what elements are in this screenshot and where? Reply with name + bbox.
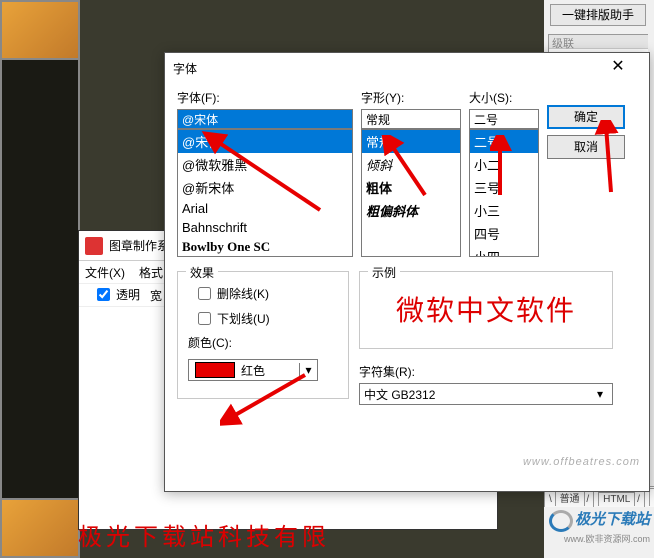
logo-swirl-icon xyxy=(549,510,573,532)
font-option[interactable]: Arial xyxy=(178,199,352,218)
font-option[interactable]: @新宋体 xyxy=(178,176,352,199)
size-option[interactable]: 小二 xyxy=(470,153,538,176)
sample-text: 微软中文软件 xyxy=(396,289,576,329)
stamp-bottom-text: 极光下载站科技有限 xyxy=(78,517,330,552)
logo: 极光下载站 www.欧非资源网.com xyxy=(530,508,650,546)
size-option[interactable]: 四号 xyxy=(470,222,538,245)
size-option[interactable]: 小四 xyxy=(470,245,538,257)
layout-helper-button[interactable]: 一键排版助手 xyxy=(550,4,646,26)
effects-title: 效果 xyxy=(186,264,218,281)
dialog-titlebar[interactable]: 字体 ✕ xyxy=(165,53,649,83)
stamp-menu-format[interactable]: 格式 xyxy=(139,264,163,281)
size-option[interactable]: 二号 xyxy=(470,130,538,153)
watermark: www.offbeatres.com xyxy=(523,456,640,468)
color-name: 红色 xyxy=(241,362,299,379)
font-option[interactable]: Bowlby One SC xyxy=(178,237,352,257)
stamp-app-icon xyxy=(85,237,103,255)
tab-html[interactable]: HTML / xyxy=(593,490,645,507)
font-listbox[interactable]: @宋体 @微软雅黑 @新宋体 Arial Bahnschrift Bowlby … xyxy=(177,129,353,257)
bg-photo-bottom xyxy=(0,498,80,558)
stamp-menu-file[interactable]: 文件(X) xyxy=(85,264,125,281)
style-option[interactable]: 常规 xyxy=(362,130,460,153)
size-option[interactable]: 三号 xyxy=(470,176,538,199)
style-listbox[interactable]: 常规 倾斜 粗体 粗偏斜体 xyxy=(361,129,461,257)
style-label: 字形(Y): xyxy=(361,89,461,106)
font-label: 字体(F): xyxy=(177,89,353,106)
ok-button[interactable]: 确定 xyxy=(547,105,625,129)
style-input[interactable] xyxy=(361,109,461,129)
bg-photo-mid xyxy=(0,60,80,498)
close-icon[interactable]: ✕ xyxy=(595,54,641,82)
size-input[interactable] xyxy=(469,109,539,129)
charset-area: 字符集(R): 中文 GB2312 ▾ xyxy=(359,363,613,405)
style-option[interactable]: 倾斜 xyxy=(362,153,460,176)
strike-check[interactable]: 删除线(K) xyxy=(194,284,338,303)
sample-title: 示例 xyxy=(368,264,400,281)
color-combo[interactable]: 红色 ▾ xyxy=(188,359,318,381)
style-option[interactable]: 粗偏斜体 xyxy=(362,199,460,222)
size-option[interactable]: 小三 xyxy=(470,199,538,222)
font-input[interactable] xyxy=(177,109,353,129)
style-option[interactable]: 粗体 xyxy=(362,176,460,199)
underline-check[interactable]: 下划线(U) xyxy=(194,309,338,328)
size-listbox[interactable]: 二号 小二 三号 小三 四号 小四 五号 xyxy=(469,129,539,257)
stamp-transparent-check[interactable]: 透明 xyxy=(93,285,140,304)
right-panel-header: 级联 xyxy=(549,35,648,49)
charset-value: 中文 GB2312 xyxy=(364,386,435,403)
sample-group: 示例 微软中文软件 xyxy=(359,271,613,349)
stamp-title-text: 图章制作系 xyxy=(109,237,169,254)
chevron-down-icon[interactable]: ▾ xyxy=(592,387,608,401)
font-option[interactable]: @微软雅黑 xyxy=(178,153,352,176)
stamp-width-label: 宽 xyxy=(150,287,162,304)
color-swatch xyxy=(195,362,235,378)
charset-label: 字符集(R): xyxy=(359,363,613,380)
bg-photo-top xyxy=(0,0,80,60)
logo-sub: www.欧非资源网.com xyxy=(530,532,650,545)
logo-text: 极光下载站 xyxy=(575,511,650,528)
size-label: 大小(S): xyxy=(469,89,539,106)
dialog-title-text: 字体 xyxy=(173,60,197,77)
font-dialog: 字体 ✕ 字体(F): @宋体 @微软雅黑 @新宋体 Arial Bahnsch… xyxy=(164,52,650,492)
color-label: 颜色(C): xyxy=(188,334,338,351)
cancel-button[interactable]: 取消 xyxy=(547,135,625,159)
effects-group: 效果 删除线(K) 下划线(U) 颜色(C): 红色 ▾ xyxy=(177,271,349,399)
chevron-down-icon[interactable]: ▾ xyxy=(299,363,317,377)
charset-combo[interactable]: 中文 GB2312 ▾ xyxy=(359,383,613,405)
font-option[interactable]: @宋体 xyxy=(178,130,352,153)
font-option[interactable]: Bahnschrift xyxy=(178,218,352,237)
